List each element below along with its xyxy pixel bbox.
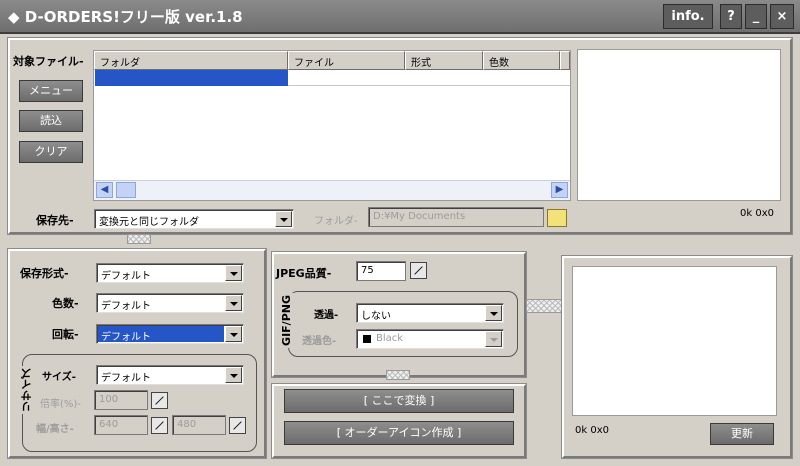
menu-button[interactable]: メニュー	[19, 80, 83, 102]
transparent-label: 透過-	[314, 310, 339, 321]
window-title: ◆ D-ORDERS!フリー版 ver.1.8	[8, 8, 243, 26]
chevron-down-icon[interactable]	[225, 265, 242, 281]
wh-label: 幅/高さ-	[36, 424, 74, 435]
horizontal-scrollbar[interactable]	[94, 180, 570, 200]
colors-select[interactable]: デフォルト	[96, 293, 244, 313]
width-spin-icon[interactable]	[151, 417, 168, 434]
save-format-value: デフォルト	[101, 271, 151, 282]
file-preview	[577, 49, 781, 201]
info-button[interactable]: info.	[663, 4, 713, 29]
save-dest-select[interactable]: 変換元と同じフォルダ	[94, 209, 294, 229]
column-format[interactable]: 形式	[405, 51, 483, 70]
column-extra[interactable]	[560, 51, 570, 70]
chevron-down-icon[interactable]	[485, 331, 502, 347]
output-info: 0k 0x0	[575, 425, 609, 436]
chevron-down-icon[interactable]	[275, 211, 292, 227]
jpeg-quality-label: JPEG品質-	[276, 267, 332, 280]
title-bar: ◆ D-ORDERS!フリー版 ver.1.8 info. ? _ ×	[0, 0, 800, 34]
height-field[interactable]: 480	[172, 415, 226, 435]
transcolor-label: 透過色-	[302, 336, 337, 347]
scroll-right-arrow-icon[interactable]: ▶	[551, 182, 568, 198]
height-spin-icon[interactable]	[229, 417, 246, 434]
scroll-thumb[interactable]	[116, 182, 136, 198]
convert-button[interactable]: [ ここで変換 ]	[284, 389, 514, 413]
chevron-down-icon[interactable]	[225, 326, 242, 342]
save-dest-label: 保存先-	[36, 214, 74, 227]
save-dest-value: 変換元と同じフォルダ	[99, 217, 199, 228]
output-preview	[572, 266, 777, 416]
jpeg-quality-field[interactable]: 75	[356, 261, 406, 281]
resize-label: リサイズ	[18, 366, 36, 414]
rotate-value: デフォルト	[101, 332, 151, 343]
clear-button[interactable]: クリア	[19, 141, 83, 163]
selected-row[interactable]	[95, 70, 288, 86]
minimize-button[interactable]: _	[745, 4, 767, 29]
column-colors[interactable]: 色数	[483, 51, 560, 70]
folder-label: フォルダ-	[314, 216, 358, 227]
load-button[interactable]: 読込	[19, 110, 83, 132]
size-label: サイズ-	[42, 372, 76, 383]
transcolor-value: Black	[376, 333, 404, 344]
connector-hatch	[526, 299, 562, 313]
ratio-field[interactable]: 100	[94, 390, 148, 410]
transparent-value: しない	[361, 311, 391, 322]
chevron-down-icon[interactable]	[225, 367, 242, 383]
width-field[interactable]: 640	[94, 415, 148, 435]
transcolor-select[interactable]: Black	[356, 329, 504, 349]
close-button[interactable]: ×	[770, 4, 794, 29]
chevron-down-icon[interactable]	[485, 305, 502, 321]
colors-value: デフォルト	[101, 301, 151, 312]
target-files-label: 対象ファイル-	[13, 55, 84, 68]
scroll-left-arrow-icon[interactable]: ◀	[96, 182, 113, 198]
save-format-label: 保存形式-	[20, 267, 69, 280]
gifpng-label: GIF/PNG	[279, 293, 294, 348]
size-value: デフォルト	[101, 373, 151, 384]
connector-hatch	[127, 234, 151, 244]
column-folder[interactable]: フォルダ	[94, 51, 288, 70]
update-button[interactable]: 更新	[710, 423, 774, 445]
jpeg-quality-spin-icon[interactable]	[410, 262, 427, 279]
ratio-spin-icon[interactable]	[151, 392, 168, 409]
column-file[interactable]: ファイル	[288, 51, 405, 70]
chevron-down-icon[interactable]	[225, 295, 242, 311]
rotate-select[interactable]: デフォルト	[96, 324, 244, 344]
ratio-label: 倍率(%)-	[40, 399, 81, 410]
folder-path-field[interactable]: D:¥My Documents	[368, 207, 544, 227]
size-select[interactable]: デフォルト	[96, 365, 244, 385]
colors-label: 色数-	[52, 297, 79, 310]
color-swatch	[363, 335, 371, 343]
preview-info: 0k 0x0	[740, 208, 774, 219]
create-icon-button[interactable]: [ オーダーアイコン作成 ]	[284, 421, 514, 445]
transparent-select[interactable]: しない	[356, 303, 504, 323]
rotate-label: 回転-	[52, 328, 79, 341]
table-row[interactable]	[288, 70, 570, 86]
help-button[interactable]: ?	[720, 4, 742, 29]
folder-icon[interactable]	[547, 209, 567, 227]
connector-hatch	[386, 370, 410, 380]
save-format-select[interactable]: デフォルト	[96, 263, 244, 283]
